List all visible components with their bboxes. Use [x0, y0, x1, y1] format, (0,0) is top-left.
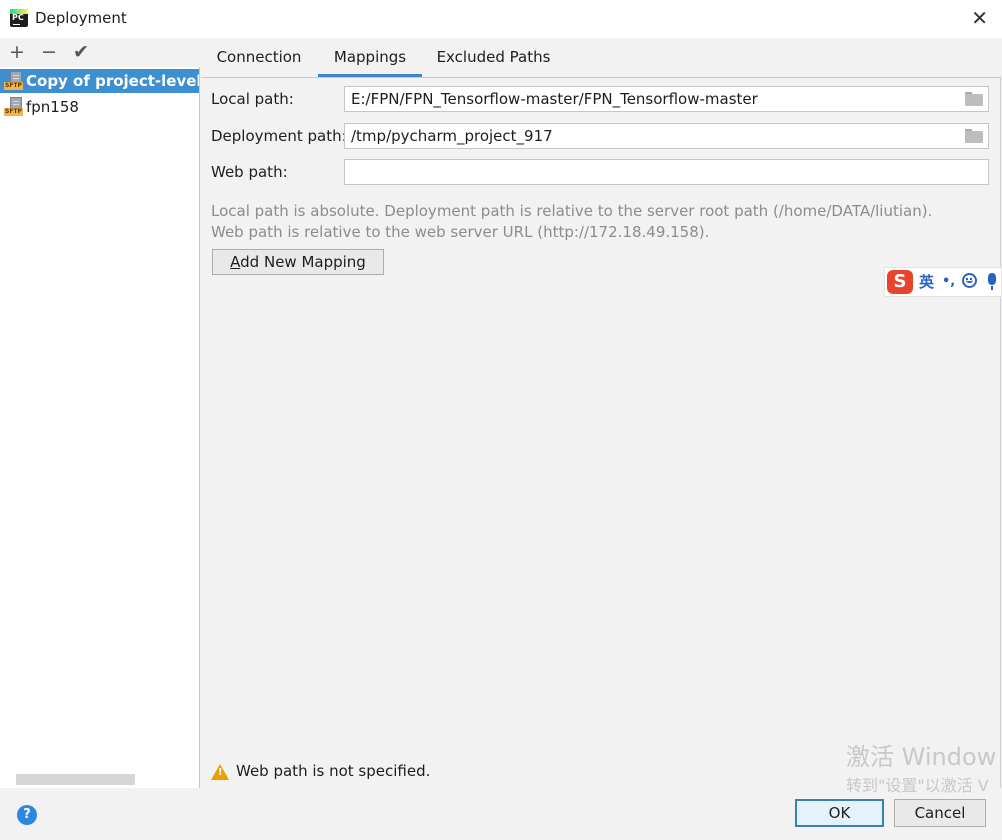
help-text-line-1: Local path is absolute. Deployment path …: [211, 202, 933, 220]
server-item-label: fpn158: [26, 98, 79, 116]
pycharm-app-icon: PC: [10, 9, 28, 27]
ime-language-toggle[interactable]: 英: [919, 272, 934, 292]
web-path-field: [344, 159, 989, 185]
sftp-server-icon: SFTP: [4, 71, 24, 91]
help-icon[interactable]: ?: [17, 805, 37, 825]
web-path-input[interactable]: [345, 160, 961, 184]
tab-bar: Connection Mappings Excluded Paths: [201, 38, 1002, 77]
web-path-label: Web path:: [211, 163, 288, 181]
deployment-path-label: Deployment path:: [211, 127, 347, 145]
tab-mappings[interactable]: Mappings: [318, 38, 422, 77]
title-bar: PC Deployment ✕: [0, 0, 1002, 38]
warning-message: Web path is not specified.: [236, 762, 431, 780]
deployment-path-input[interactable]: [345, 124, 961, 148]
close-icon[interactable]: ✕: [971, 7, 988, 29]
server-list-toolbar: + − ✔: [0, 38, 200, 67]
sftp-icon-label: SFTP: [4, 108, 23, 116]
folder-icon[interactable]: [965, 92, 983, 106]
server-list-panel: + − ✔ SFTP Copy of project-level se SFTP…: [0, 38, 200, 788]
warning-icon: !: [211, 764, 229, 780]
local-path-field: [344, 86, 989, 112]
server-list: SFTP Copy of project-level se SFTP fpn15…: [0, 67, 200, 788]
tab-connection[interactable]: Connection: [204, 38, 314, 77]
local-path-label: Local path:: [211, 90, 294, 108]
mnemonic-letter: A: [230, 253, 241, 271]
ime-toolbar: S 英 •,: [884, 267, 1002, 297]
smiley-icon[interactable]: [962, 273, 977, 288]
ime-punctuation-toggle[interactable]: •,: [942, 272, 955, 292]
sogou-logo-icon[interactable]: S: [887, 270, 913, 294]
sftp-server-icon: SFTP: [4, 97, 24, 117]
cancel-button[interactable]: Cancel: [894, 799, 986, 827]
server-item-fpn158[interactable]: SFTP fpn158: [0, 95, 199, 119]
mappings-panel: Local path: Deployment path: Web path: L…: [201, 77, 1001, 789]
app-icon-text: PC: [12, 13, 24, 22]
horizontal-scrollbar[interactable]: [16, 774, 135, 785]
add-new-mapping-button[interactable]: Add New Mapping: [212, 249, 384, 275]
server-item-label: Copy of project-level se: [26, 72, 199, 90]
help-text-line-2: Web path is relative to the web server U…: [211, 223, 710, 241]
microphone-icon[interactable]: [988, 273, 996, 290]
minus-icon[interactable]: −: [41, 41, 57, 63]
activation-watermark: 激活 Window 转到"设置"以激活 V: [846, 740, 1002, 800]
deployment-path-field: [344, 123, 989, 149]
ok-button[interactable]: OK: [795, 799, 884, 827]
sftp-icon-label: SFTP: [4, 82, 23, 90]
folder-icon[interactable]: [965, 129, 983, 143]
tab-excluded-paths[interactable]: Excluded Paths: [427, 38, 560, 77]
watermark-line-1: 激活 Window: [846, 743, 997, 771]
add-new-mapping-label: dd New Mapping: [240, 253, 366, 271]
check-icon[interactable]: ✔: [73, 41, 89, 63]
server-item-copy-of-project-level[interactable]: SFTP Copy of project-level se: [0, 69, 199, 93]
plus-icon[interactable]: +: [9, 41, 25, 63]
local-path-input[interactable]: [345, 87, 961, 111]
watermark-line-2: 转到"设置"以激活 V: [846, 776, 989, 795]
window-title: Deployment: [35, 9, 127, 27]
